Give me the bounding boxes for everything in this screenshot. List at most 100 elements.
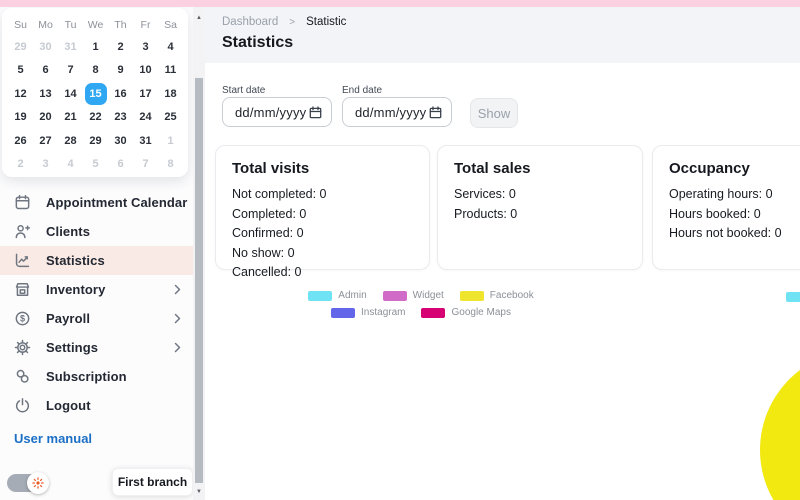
chevron-right-icon — [174, 342, 181, 353]
power-icon — [14, 397, 31, 414]
sidebar-item-payroll[interactable]: $ Payroll — [0, 304, 193, 333]
legend-item[interactable]: Google Maps — [421, 307, 511, 318]
date-picker-icon[interactable] — [309, 105, 322, 119]
calendar-day[interactable]: 30 — [33, 35, 58, 59]
calendar-day[interactable]: 4 — [58, 153, 83, 177]
calendar-day[interactable]: 13 — [33, 82, 58, 106]
user-manual-link[interactable]: User manual — [14, 431, 92, 446]
legend-swatch-icon — [382, 290, 407, 301]
legend-label: Widget — [412, 290, 444, 301]
second-chart-legend-swatch — [786, 292, 800, 302]
coins-icon — [14, 368, 31, 385]
calendar-day[interactable]: 26 — [8, 129, 33, 153]
legend-item[interactable]: Facebook — [459, 290, 534, 301]
stat-line: Cancelled: 0 — [232, 265, 302, 279]
calendar-day[interactable]: 10 — [133, 59, 158, 83]
calendar-day[interactable]: 1 — [83, 35, 108, 59]
card-title: Occupancy — [669, 160, 750, 177]
calendar-day[interactable]: 8 — [83, 59, 108, 83]
end-date-input[interactable]: dd/mm/yyyy — [342, 97, 452, 127]
calendar-day-header: Th — [114, 19, 127, 31]
calendar-day[interactable]: 31 — [58, 35, 83, 59]
legend-label: Google Maps — [451, 307, 511, 318]
calendar-day[interactable]: 4 — [158, 35, 183, 59]
legend-swatch-icon — [308, 290, 333, 301]
calendar-day[interactable]: 28 — [58, 129, 83, 153]
calendar-day-header: Sa — [164, 19, 177, 31]
sidebar-item-label: Appointment Calendar — [46, 195, 188, 210]
calendar-day[interactable]: 17 — [133, 82, 158, 106]
legend-item[interactable]: Instagram — [331, 307, 405, 318]
breadcrumb-dashboard[interactable]: Dashboard — [222, 16, 278, 28]
show-button[interactable]: Show — [470, 98, 518, 128]
calendar-day-header: We — [87, 19, 104, 31]
calendar-day-header: Tu — [64, 19, 77, 31]
branch-selector-button[interactable]: First branch — [112, 468, 193, 496]
stat-line: Hours booked: 0 — [669, 206, 761, 221]
card-lines: Services: 0 Products: 0 — [454, 185, 626, 224]
calendar-day[interactable]: 30 — [108, 129, 133, 153]
calendar-day[interactable]: 20 — [33, 106, 58, 130]
calendar-day[interactable]: 8 — [158, 153, 183, 177]
stat-line: Products: 0 — [454, 206, 518, 221]
scroll-down-arrow[interactable]: ▼ — [193, 488, 205, 496]
sidebar-item-clients[interactable]: Clients — [0, 217, 193, 246]
sidebar-item-logout[interactable]: Logout — [0, 391, 193, 420]
calendar-day[interactable]: 5 — [83, 153, 108, 177]
sidebar-item-label: Settings — [46, 340, 99, 355]
calendar-day[interactable]: 24 — [133, 106, 158, 130]
start-date-input[interactable]: dd/mm/yyyy — [222, 97, 332, 127]
sidebar-item-label: Subscription — [46, 369, 127, 384]
calendar-day[interactable]: 7 — [58, 59, 83, 83]
calendar-day[interactable]: 16 — [108, 82, 133, 106]
svg-text:$: $ — [20, 313, 25, 323]
calendar-day[interactable]: 9 — [108, 59, 133, 83]
calendar-day[interactable]: 15 — [83, 82, 108, 106]
sun-icon — [32, 477, 44, 489]
scroll-up-arrow[interactable]: ▲ — [193, 14, 205, 22]
calendar-day[interactable]: 25 — [158, 106, 183, 130]
stat-line: Hours not booked: 0 — [669, 226, 782, 240]
calendar-day[interactable]: 6 — [108, 153, 133, 177]
calendar-day[interactable]: 1 — [158, 129, 183, 153]
sidebar-item-subscription[interactable]: Subscription — [0, 362, 193, 391]
sidebar-item-statistics[interactable]: Statistics — [0, 246, 193, 275]
calendar-day[interactable]: 3 — [33, 153, 58, 177]
calendar-day[interactable]: 14 — [58, 82, 83, 106]
calendar-day[interactable]: 21 — [58, 106, 83, 130]
calendar-day[interactable]: 3 — [133, 35, 158, 59]
calendar-day[interactable]: 6 — [33, 59, 58, 83]
calendar-day[interactable]: 22 — [83, 106, 108, 130]
calendar-day[interactable]: 18 — [158, 82, 183, 106]
chart-legend: Admin Widget Facebook Instagram Google Maps — [205, 290, 637, 324]
calendar-icon — [14, 194, 31, 211]
sidebar-item-appointment-calendar[interactable]: Appointment Calendar — [0, 188, 193, 217]
theme-toggle[interactable] — [7, 472, 49, 494]
calendar-day[interactable]: 27 — [33, 129, 58, 153]
calendar-day[interactable]: 12 — [8, 82, 33, 106]
calendar-day[interactable]: 29 — [83, 129, 108, 153]
sidebar-item-label: Inventory — [46, 282, 106, 297]
occupancy-card: Occupancy Operating hours: 0 Hours booked… — [652, 145, 800, 270]
sidebar-item-inventory[interactable]: Inventory — [0, 275, 193, 304]
calendar-day[interactable]: 31 — [133, 129, 158, 153]
legend-label: Admin — [338, 290, 367, 301]
stat-line: Operating hours: 0 — [669, 187, 773, 201]
breadcrumb: Dashboard > Statistic — [222, 16, 346, 28]
card-lines: Operating hours: 0 Hours booked: 0 Hours n… — [669, 185, 800, 244]
calendar-day[interactable]: 11 — [158, 59, 183, 83]
calendar-day[interactable]: 7 — [133, 153, 158, 177]
calendar-day[interactable]: 2 — [108, 35, 133, 59]
calendar-day[interactable]: 19 — [8, 106, 33, 130]
calendar-day[interactable]: 23 — [108, 106, 133, 130]
scrollbar-thumb[interactable] — [195, 78, 203, 483]
legend-item[interactable]: Admin — [308, 290, 367, 301]
calendar-day[interactable]: 5 — [8, 59, 33, 83]
date-picker-icon[interactable] — [429, 105, 442, 119]
sidebar-item-settings[interactable]: Settings — [0, 333, 193, 362]
legend-swatch-icon — [421, 307, 446, 318]
legend-item[interactable]: Widget — [382, 290, 444, 301]
calendar-day[interactable]: 29 — [8, 35, 33, 59]
card-lines: Not completed: 0 Completed: 0 Confirmed: 0… — [232, 185, 413, 283]
calendar-day[interactable]: 2 — [8, 153, 33, 177]
